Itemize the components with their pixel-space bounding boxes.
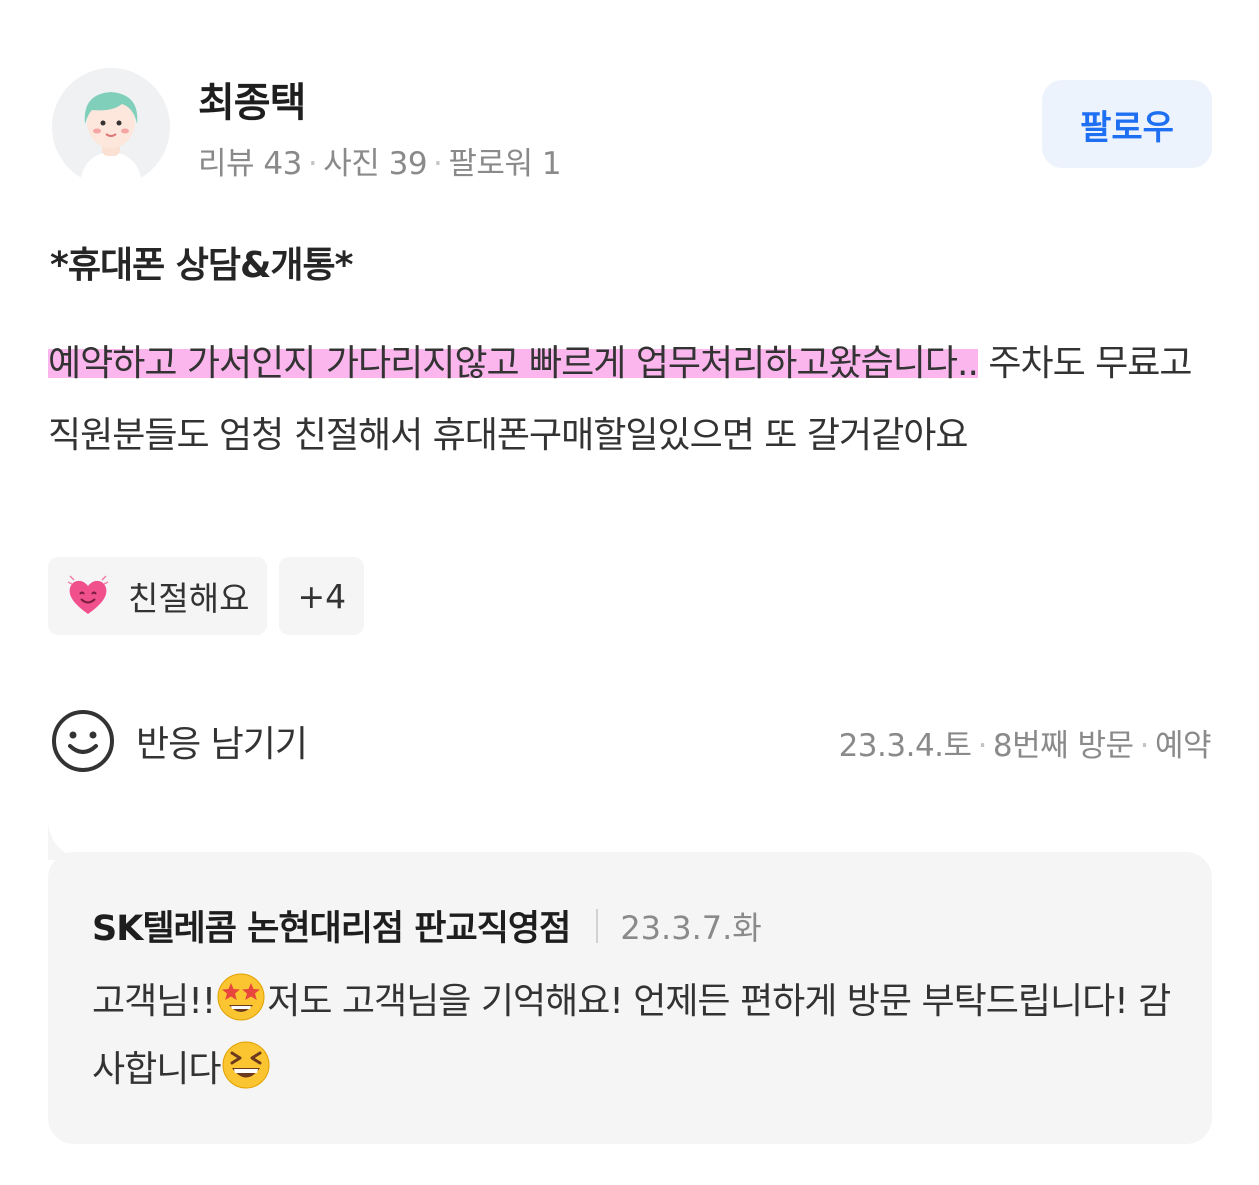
separator-dot: · (977, 728, 988, 764)
user-avatar-illustration (52, 68, 170, 186)
react-button[interactable]: 반응 남기기 (50, 708, 308, 774)
follow-button[interactable]: 팔로우 (1042, 80, 1212, 168)
divider (596, 908, 599, 943)
reviewer-name[interactable]: 최종택 (198, 70, 306, 128)
review-count: 리뷰 43 (198, 146, 302, 182)
react-label: 반응 남기기 (136, 724, 308, 765)
smile-icon (52, 710, 114, 772)
visit-count: 8번째 방문 (992, 728, 1134, 764)
more-tags-button[interactable]: +4 (279, 557, 365, 635)
star-struck-emoji (217, 973, 265, 1021)
highlighted-text: 예약하고 가서인지 가다리지않고 빠르게 업무처리하고왔습니다.. (48, 343, 979, 384)
reply-notch (48, 800, 108, 860)
reply-header: SK텔레콤 논현대리점 판교직영점 23.3.7.화 (92, 900, 762, 951)
review-tags: 친절해요 +4 (48, 557, 365, 635)
tag-label: 친절해요 (128, 579, 250, 618)
reviewer-stats: 리뷰 43 · 사진 39 · 팔로워 1 (198, 138, 562, 183)
reply-text: 고객님!! 저도 고객님을 기억해요! 언제든 편하게 방문 부탁드립니다! 감… (92, 968, 1182, 1104)
reply-date: 23.3.7.화 (620, 908, 762, 947)
avatar[interactable] (52, 68, 170, 186)
visit-meta: 23.3.4.토 · 8번째 방문 · 예약 (838, 720, 1212, 765)
tag-kind[interactable]: 친절해요 (48, 557, 268, 635)
owner-reply: SK텔레콤 논현대리점 판교직영점 23.3.7.화 고객님!! 저도 고객님을… (48, 852, 1212, 1144)
reply-owner-name[interactable]: SK텔레콤 논현대리점 판교직영점 (92, 900, 571, 951)
smiling-heart-icon (67, 575, 109, 614)
separator-dot: · (433, 146, 443, 182)
separator-dot: · (1139, 728, 1150, 764)
photo-count: 사진 39 (323, 146, 428, 182)
review-body[interactable]: 예약하고 가서인지 가다리지않고 빠르게 업무처리하고왔습니다.. 주차도 무료… (48, 328, 1218, 472)
follower-count: 팔로워 1 (448, 146, 562, 182)
reply-text-part: 고객님!! (92, 981, 216, 1022)
visit-type: 예약 (1154, 728, 1212, 764)
grinning-squint-emoji (222, 1041, 270, 1089)
review-title: *휴대폰 상담&개통* (50, 245, 353, 286)
separator-dot: · (307, 146, 318, 182)
visit-date: 23.3.4.토 (838, 728, 972, 764)
